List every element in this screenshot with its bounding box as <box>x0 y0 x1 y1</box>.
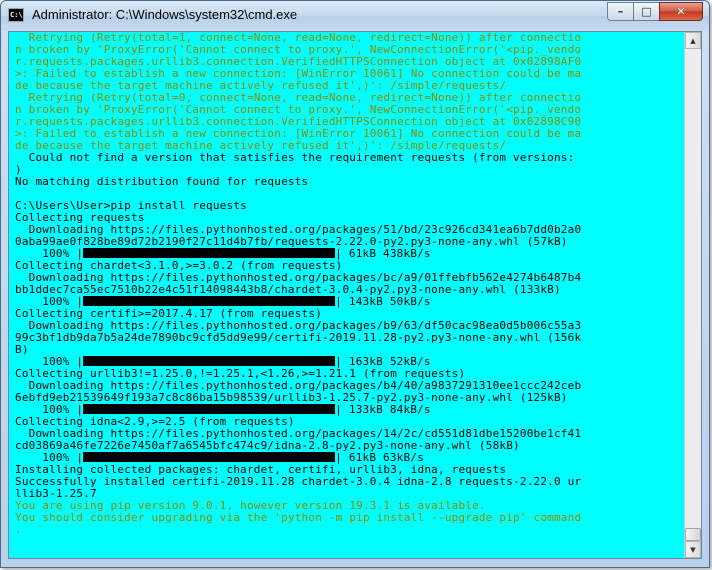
window-controls: – □ ✕ <box>607 2 703 22</box>
minimize-button[interactable]: – <box>607 2 633 21</box>
progress-percent: 100% | <box>15 296 84 308</box>
console-line: >: Failed to establish a new connection:… <box>15 68 582 80</box>
console-line: Retrying (Retry(total=1, connect=None, r… <box>15 32 582 44</box>
progress-bar <box>83 248 336 258</box>
console-line: Downloading https://files.pythonhosted.o… <box>15 380 582 392</box>
progress-percent: 100% | <box>15 356 84 368</box>
maximize-button[interactable]: □ <box>633 2 659 21</box>
console-line: Downloading https://files.pythonhosted.o… <box>15 272 582 284</box>
progress-bar <box>83 296 336 306</box>
console-line: Collecting requests <box>15 212 145 224</box>
progress-stats: | 61kB 63kB/s <box>335 452 424 464</box>
progress-bar <box>83 404 336 414</box>
console-line: 100% | | 61kB 438kB/s <box>15 248 679 260</box>
scroll-down-arrow-icon[interactable]: ▼ <box>685 541 701 558</box>
console-line: cd03869a46fe7226e7450af7a6545bfc474c9/id… <box>15 440 520 452</box>
title-bar[interactable]: C:\ Administrator: C:\Windows\system32\c… <box>1 1 709 31</box>
console-line: 100% | | 61kB 63kB/s <box>15 452 679 464</box>
scrollbar-thumb[interactable] <box>685 528 701 541</box>
console-line: Downloading https://files.pythonhosted.o… <box>15 224 582 236</box>
console-line: r.requests.packages.urllib3.connection.V… <box>15 116 582 128</box>
console-line: 100% | | 133kB 84kB/s <box>15 404 679 416</box>
console-line: Retrying (Retry(total=0, connect=None, r… <box>15 92 582 104</box>
console-line: ) <box>15 164 22 176</box>
console-line: 100% | | 143kB 50kB/s <box>15 296 679 308</box>
progress-percent: 100% | <box>15 452 84 464</box>
progress-stats: | 143kB 50kB/s <box>335 296 431 308</box>
progress-bar <box>83 356 336 366</box>
console-line: bb1ddec7ca55ec7510b22e4c51f14098443b8/ch… <box>15 284 561 296</box>
console-line: n broken by 'ProxyError('Cannot connect … <box>15 44 582 56</box>
console-line: llib3-1.25.7 <box>15 488 97 500</box>
console-line: de because the target machine actively r… <box>15 80 507 92</box>
progress-stats: | 61kB 438kB/s <box>335 248 431 260</box>
progress-percent: 100% | <box>15 404 84 416</box>
console-line: 100% | | 163kB 52kB/s <box>15 356 679 368</box>
cmd-window: C:\ Administrator: C:\Windows\system32\c… <box>0 0 710 568</box>
progress-percent: 100% | <box>15 248 84 260</box>
window-bottom-border <box>1 559 709 567</box>
close-button[interactable]: ✕ <box>659 2 703 21</box>
progress-bar <box>83 452 336 462</box>
console-line: No matching distribution found for reque… <box>15 176 309 188</box>
console-line: Downloading https://files.pythonhosted.o… <box>15 320 582 332</box>
console-line: 0aba99ae0f828be89d72b2190f27c11d4b7fb/re… <box>15 236 568 248</box>
console-line: You should consider upgrading via the 'p… <box>15 512 582 524</box>
console-line: Could not find a version that satisfies … <box>15 152 582 164</box>
console-line: Collecting idna<2.9,>=2.5 (from requests… <box>15 416 295 428</box>
cmd-app-icon[interactable]: C:\ <box>8 8 24 22</box>
scroll-up-arrow-icon[interactable]: ▲ <box>685 32 701 49</box>
console-line: B) <box>15 344 29 356</box>
vertical-scrollbar[interactable]: ▲ ▼ <box>684 32 701 558</box>
console-line: You are using pip version 9.0.1, however… <box>15 500 486 512</box>
console-line: Collecting certifi>=2017.4.17 (from requ… <box>15 308 323 320</box>
console-line: n broken by 'ProxyError('Cannot connect … <box>15 104 582 116</box>
console-line: C:\Users\User>pip install requests <box>15 200 247 212</box>
console-output: Retrying (Retry(total=1, connect=None, r… <box>15 32 679 558</box>
console-line: 6ebfd9eb21539649f193a7c8c86ba15b98539/ur… <box>15 392 568 404</box>
console-line: Collecting chardet<3.1.0,>=3.0.2 (from r… <box>15 260 343 272</box>
console-line: Successfully installed certifi-2019.11.2… <box>15 476 582 488</box>
window-title: Administrator: C:\Windows\system32\cmd.e… <box>32 7 298 22</box>
console-area[interactable]: Retrying (Retry(total=1, connect=None, r… <box>8 31 702 559</box>
console-line: . <box>15 524 22 536</box>
progress-stats: | 133kB 84kB/s <box>335 404 431 416</box>
console-line: Collecting urllib3!=1.25.0,!=1.25.1,<1.2… <box>15 368 466 380</box>
console-line: 99c3bf1db9da7b5a24de7890bc9cfd5dd9e99/ce… <box>15 332 582 344</box>
console-line: Downloading https://files.pythonhosted.o… <box>15 428 582 440</box>
console-line: >: Failed to establish a new connection:… <box>15 128 582 140</box>
console-line: r.requests.packages.urllib3.connection.V… <box>15 56 582 68</box>
console-line: Installing collected packages: chardet, … <box>15 464 507 476</box>
console-line: de because the target machine actively r… <box>15 140 507 152</box>
progress-stats: | 163kB 52kB/s <box>335 356 431 368</box>
